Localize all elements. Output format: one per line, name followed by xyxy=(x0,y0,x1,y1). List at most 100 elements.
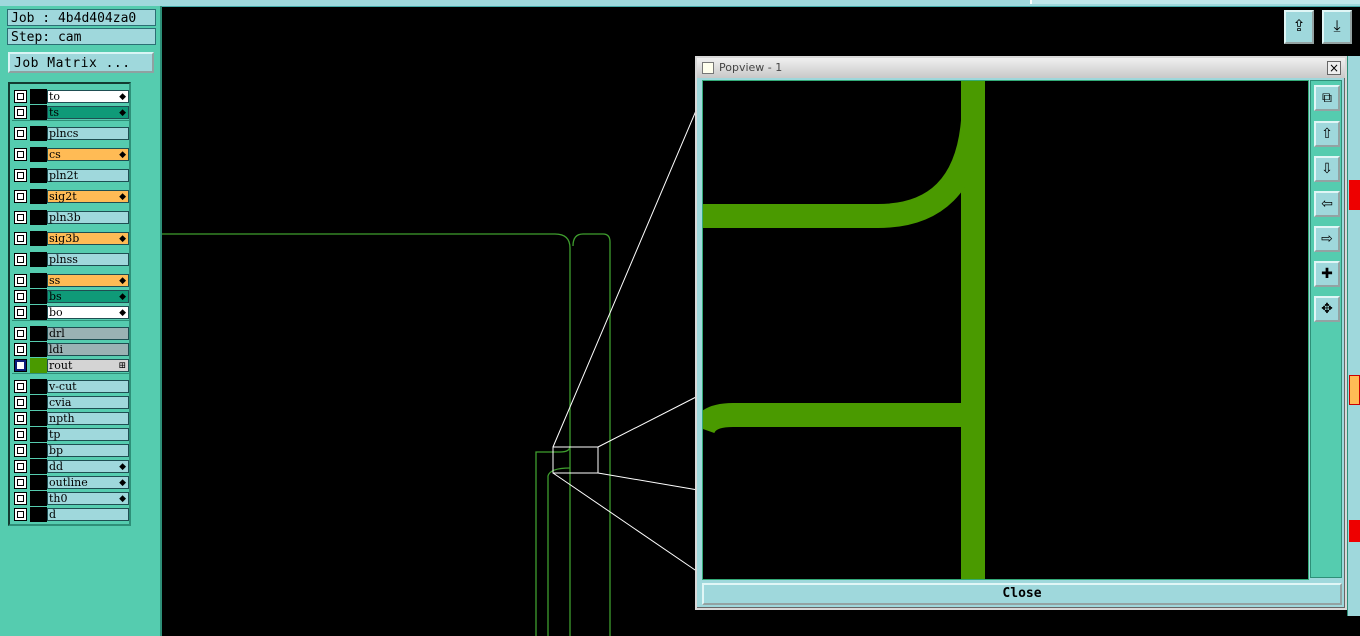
export-up-icon[interactable]: ⇪ xyxy=(1284,10,1314,44)
layer-checkbox[interactable] xyxy=(14,412,27,425)
layer-color-swatch[interactable] xyxy=(30,358,47,373)
layer-color-swatch[interactable] xyxy=(30,491,47,506)
layer-color-swatch[interactable] xyxy=(30,210,47,225)
layer-row[interactable]: dd ◆ xyxy=(12,459,130,474)
layer-checkbox[interactable] xyxy=(14,359,27,372)
layer-name[interactable]: to ◆ xyxy=(47,90,129,103)
layer-name[interactable]: sig3b ◆ xyxy=(47,232,129,245)
layer-checkbox[interactable] xyxy=(14,106,27,119)
layer-color-swatch[interactable] xyxy=(30,427,47,442)
layer-row[interactable]: pln3b xyxy=(12,210,130,225)
layer-name[interactable]: plncs xyxy=(47,127,129,140)
layer-name[interactable]: bp xyxy=(47,444,129,457)
layer-checkbox[interactable] xyxy=(14,211,27,224)
layer-checkbox[interactable] xyxy=(14,190,27,203)
layer-name[interactable]: sig2t ◆ xyxy=(47,190,129,203)
layer-color-swatch[interactable] xyxy=(30,105,47,120)
layer-color-swatch[interactable] xyxy=(30,475,47,490)
layer-color-swatch[interactable] xyxy=(30,342,47,357)
layer-color-swatch[interactable] xyxy=(30,126,47,141)
layer-checkbox[interactable] xyxy=(14,290,27,303)
layer-row[interactable]: cvia xyxy=(12,395,130,410)
popview-titlebar[interactable]: Popview - 1 × xyxy=(697,58,1345,78)
layer-color-swatch[interactable] xyxy=(30,168,47,183)
layer-color-swatch[interactable] xyxy=(30,507,47,522)
layer-name[interactable]: th0 ◆ xyxy=(47,492,129,505)
layer-row[interactable]: v-cut xyxy=(12,379,130,394)
layer-name[interactable]: npth xyxy=(47,412,129,425)
layer-name[interactable]: dd ◆ xyxy=(47,460,129,473)
layer-name[interactable]: rout ⊞ xyxy=(47,359,129,372)
layer-checkbox[interactable] xyxy=(14,444,27,457)
layer-row[interactable]: th0 ◆ xyxy=(12,491,130,506)
layer-name[interactable]: ss ◆ xyxy=(47,274,129,287)
layer-name[interactable]: bs ◆ xyxy=(47,290,129,303)
layer-row[interactable]: ss ◆ xyxy=(12,273,130,288)
popview-canvas[interactable] xyxy=(702,80,1309,580)
layer-name[interactable]: v-cut xyxy=(47,380,129,393)
layer-checkbox[interactable] xyxy=(14,460,27,473)
layer-color-swatch[interactable] xyxy=(30,231,47,246)
layer-row[interactable]: rout ⊞ xyxy=(12,358,130,373)
layer-color-swatch[interactable] xyxy=(30,147,47,162)
layer-row[interactable]: outline ◆ xyxy=(12,475,130,490)
layer-color-swatch[interactable] xyxy=(30,443,47,458)
layer-checkbox[interactable] xyxy=(14,476,27,489)
layer-color-swatch[interactable] xyxy=(30,252,47,267)
layer-row[interactable]: sig2t ◆ xyxy=(12,189,130,204)
layer-checkbox[interactable] xyxy=(14,253,27,266)
layer-row[interactable]: cs ◆ xyxy=(12,147,130,162)
layer-row[interactable]: pln2t xyxy=(12,168,130,183)
job-matrix-button[interactable]: Job Matrix ... xyxy=(8,52,154,73)
layer-row[interactable]: d xyxy=(12,507,130,522)
layer-name[interactable]: bo ◆ xyxy=(47,306,129,319)
layer-checkbox[interactable] xyxy=(14,169,27,182)
layer-checkbox[interactable] xyxy=(14,232,27,245)
layer-checkbox[interactable] xyxy=(14,274,27,287)
layer-name[interactable]: ts ◆ xyxy=(47,106,129,119)
layer-color-swatch[interactable] xyxy=(30,89,47,104)
layer-row[interactable]: npth xyxy=(12,411,130,426)
layer-checkbox[interactable] xyxy=(14,127,27,140)
layer-row[interactable]: plncs xyxy=(12,126,130,141)
layer-color-swatch[interactable] xyxy=(30,189,47,204)
layer-row[interactable]: bs ◆ xyxy=(12,289,130,304)
layer-row[interactable]: plnss xyxy=(12,252,130,267)
layer-checkbox[interactable] xyxy=(14,90,27,103)
layer-checkbox[interactable] xyxy=(14,343,27,356)
layer-checkbox[interactable] xyxy=(14,306,27,319)
layer-name[interactable]: cs ◆ xyxy=(47,148,129,161)
layer-row[interactable]: tp xyxy=(12,427,130,442)
layer-checkbox[interactable] xyxy=(14,492,27,505)
import-down-icon[interactable]: ⤓ xyxy=(1322,10,1352,44)
layer-color-swatch[interactable] xyxy=(30,305,47,320)
layer-color-swatch[interactable] xyxy=(30,411,47,426)
layer-checkbox[interactable] xyxy=(14,148,27,161)
layer-color-swatch[interactable] xyxy=(30,395,47,410)
layer-color-swatch[interactable] xyxy=(30,273,47,288)
layer-name[interactable]: drl xyxy=(47,327,129,340)
layer-checkbox[interactable] xyxy=(14,508,27,521)
layer-row[interactable]: drl xyxy=(12,326,130,341)
layer-name[interactable]: tp xyxy=(47,428,129,441)
layer-row[interactable]: sig3b ◆ xyxy=(12,231,130,246)
layer-name[interactable]: outline ◆ xyxy=(47,476,129,489)
layer-checkbox[interactable] xyxy=(14,380,27,393)
layer-row[interactable]: to ◆ xyxy=(12,89,130,104)
layer-name[interactable]: ldi xyxy=(47,343,129,356)
layer-checkbox[interactable] xyxy=(14,428,27,441)
layer-row[interactable]: bp xyxy=(12,443,130,458)
layer-row[interactable]: bo ◆ xyxy=(12,305,130,320)
layer-name[interactable]: plnss xyxy=(47,253,129,266)
layer-row[interactable]: ts ◆ xyxy=(12,105,130,120)
layer-row[interactable]: ldi xyxy=(12,342,130,357)
layer-name[interactable]: d xyxy=(47,508,129,521)
layer-name[interactable]: pln3b xyxy=(47,211,129,224)
layer-color-swatch[interactable] xyxy=(30,379,47,394)
layer-color-swatch[interactable] xyxy=(30,326,47,341)
layer-name[interactable]: pln2t xyxy=(47,169,129,182)
layer-checkbox[interactable] xyxy=(14,396,27,409)
layer-name[interactable]: cvia xyxy=(47,396,129,409)
close-button[interactable]: Close xyxy=(702,583,1342,605)
layer-checkbox[interactable] xyxy=(14,327,27,340)
